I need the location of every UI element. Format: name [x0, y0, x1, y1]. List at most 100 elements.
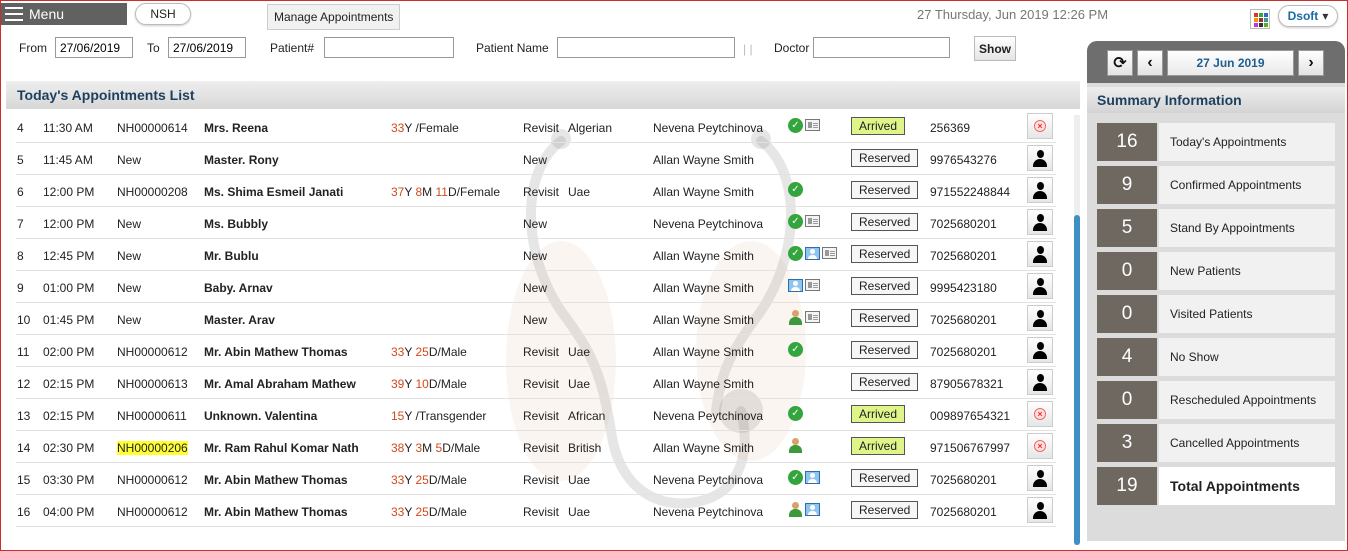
- visit-type: Revisit: [523, 185, 560, 199]
- registration-number[interactable]: New: [117, 217, 141, 231]
- summary-item[interactable]: 16 Today's Appointments: [1097, 123, 1335, 161]
- id-card-icon[interactable]: [805, 471, 820, 484]
- patient-name[interactable]: Baby. Arnav: [204, 281, 273, 295]
- patient-name[interactable]: Ms. Bubbly: [204, 217, 268, 231]
- patient-profile-button[interactable]: [1027, 145, 1053, 171]
- table-row[interactable]: 13 02:15 PM NH00000611 Unknown. Valentina 15…: [16, 399, 1056, 431]
- table-row[interactable]: 10 01:45 PM New Master. Arav New Allan Wayne …: [16, 303, 1056, 335]
- table-row[interactable]: 11 02:00 PM NH00000612 Mr. Abin Mathew Thom…: [16, 335, 1056, 367]
- summary-item[interactable]: 9 Confirmed Appointments: [1097, 166, 1335, 204]
- registration-number[interactable]: NH00000614: [117, 121, 188, 135]
- patient-name[interactable]: Mr. Abin Mathew Thomas: [204, 473, 348, 487]
- summary-item[interactable]: 3 Cancelled Appointments: [1097, 424, 1335, 462]
- patient-name[interactable]: Mr. Ram Rahul Komar Nath: [204, 441, 359, 455]
- patient-profile-button[interactable]: [1027, 241, 1053, 267]
- doctor-input[interactable]: [813, 37, 950, 58]
- patient-card-icon[interactable]: [805, 119, 820, 131]
- patient-profile-button[interactable]: [1027, 305, 1053, 331]
- doctor-visit-icon[interactable]: [788, 310, 803, 325]
- registration-number[interactable]: NH00000208: [117, 185, 188, 199]
- table-row[interactable]: 9 01:00 PM New Baby. Arnav New Allan Wayne Sm…: [16, 271, 1056, 303]
- summary-item[interactable]: 0 New Patients: [1097, 252, 1335, 290]
- id-card-icon[interactable]: [805, 247, 820, 260]
- registration-number[interactable]: NH00000611: [117, 409, 187, 423]
- summary-item[interactable]: 0 Visited Patients: [1097, 295, 1335, 333]
- summary-item[interactable]: 0 Rescheduled Appointments: [1097, 381, 1335, 419]
- registration-number[interactable]: NH00000206: [117, 441, 188, 455]
- refresh-icon[interactable]: ⟳: [1107, 50, 1133, 76]
- registration-number[interactable]: New: [117, 249, 141, 263]
- doctor-visit-icon[interactable]: [788, 502, 803, 517]
- patient-profile-button[interactable]: [1027, 273, 1053, 299]
- table-row[interactable]: 5 11:45 AM New Master. Rony New Allan Wayne S…: [16, 143, 1056, 175]
- patient-name[interactable]: Master. Rony: [204, 153, 279, 167]
- patient-card-icon[interactable]: [805, 311, 820, 323]
- next-day-button[interactable]: ›: [1298, 50, 1324, 76]
- confirmed-check-icon[interactable]: ✓: [788, 470, 803, 485]
- confirmed-check-icon[interactable]: ✓: [788, 246, 803, 261]
- table-row[interactable]: 6 12:00 PM NH00000208 Ms. Shima Esmeil Jana…: [16, 175, 1056, 207]
- registration-number[interactable]: NH00000612: [117, 473, 188, 487]
- summary-item[interactable]: 5 Stand By Appointments: [1097, 209, 1335, 247]
- registration-number[interactable]: NH00000612: [117, 505, 188, 519]
- previous-day-button[interactable]: ‹: [1137, 50, 1163, 76]
- patient-profile-button[interactable]: [1027, 369, 1053, 395]
- registration-number[interactable]: NH00000612: [117, 345, 188, 359]
- patient-card-icon[interactable]: [822, 247, 837, 259]
- cancel-appointment-button[interactable]: ×: [1027, 401, 1053, 427]
- registration-number[interactable]: New: [117, 153, 141, 167]
- confirmed-check-icon[interactable]: ✓: [788, 342, 803, 357]
- registration-number[interactable]: New: [117, 313, 141, 327]
- patient-name[interactable]: Mr. Bublu: [204, 249, 259, 263]
- patient-profile-button[interactable]: [1027, 465, 1053, 491]
- doctor-visit-icon[interactable]: [788, 438, 803, 453]
- patient-name[interactable]: Unknown. Valentina: [204, 409, 317, 423]
- registration-number[interactable]: NH00000613: [117, 377, 188, 391]
- patient-name[interactable]: Mr. Abin Mathew Thomas: [204, 345, 348, 359]
- summary-item[interactable]: 19 Total Appointments: [1097, 467, 1335, 505]
- table-row[interactable]: 8 12:45 PM New Mr. Bublu New Allan Wayne Smit…: [16, 239, 1056, 271]
- confirmed-check-icon[interactable]: ✓: [788, 182, 803, 197]
- cancel-appointment-button[interactable]: ×: [1027, 113, 1053, 139]
- patient-profile-button[interactable]: [1027, 497, 1053, 523]
- registration-number[interactable]: New: [117, 281, 141, 295]
- patient-profile-button[interactable]: [1027, 209, 1053, 235]
- confirmed-check-icon[interactable]: ✓: [788, 406, 803, 421]
- patient-name[interactable]: Mr. Amal Abraham Mathew: [204, 377, 356, 391]
- menu-button[interactable]: Menu: [1, 3, 127, 25]
- current-date[interactable]: 27 Jun 2019: [1167, 50, 1294, 76]
- table-row[interactable]: 12 02:15 PM NH00000613 Mr. Amal Abraham Mat…: [16, 367, 1056, 399]
- patient-profile-button[interactable]: [1027, 177, 1053, 203]
- patient-name[interactable]: Mrs. Reena: [204, 121, 268, 135]
- apps-grid-icon[interactable]: [1250, 9, 1270, 29]
- patient-card-icon[interactable]: [805, 279, 820, 291]
- list-scrollbar[interactable]: [1074, 115, 1080, 545]
- patient-name[interactable]: Mr. Abin Mathew Thomas: [204, 505, 348, 519]
- scrollbar-thumb[interactable]: [1074, 215, 1080, 545]
- manage-appointments-button[interactable]: Manage Appointments: [267, 4, 401, 30]
- from-date-input[interactable]: [55, 37, 133, 58]
- id-card-icon[interactable]: [805, 503, 820, 516]
- summary-item[interactable]: 4 No Show: [1097, 338, 1335, 376]
- confirmed-check-icon[interactable]: ✓: [788, 214, 803, 229]
- patient-card-icon[interactable]: [805, 215, 820, 227]
- cancel-appointment-button[interactable]: ×: [1027, 433, 1053, 459]
- patient-name-input[interactable]: [557, 37, 735, 58]
- user-menu-button[interactable]: Dsoft ▾: [1278, 5, 1338, 27]
- branch-button[interactable]: NSH: [135, 3, 191, 25]
- to-date-input[interactable]: [168, 37, 246, 58]
- table-row[interactable]: 14 02:30 PM NH00000206 Mr. Ram Rahul Komar …: [16, 431, 1056, 463]
- id-card-icon[interactable]: [788, 279, 803, 292]
- patient-no-input[interactable]: [324, 37, 454, 58]
- table-row[interactable]: 4 11:30 AM NH00000614 Mrs. Reena 33Y /Female…: [16, 111, 1056, 143]
- patient-name[interactable]: Master. Arav: [204, 313, 275, 327]
- table-row[interactable]: 15 03:30 PM NH00000612 Mr. Abin Mathew Thom…: [16, 463, 1056, 495]
- table-row[interactable]: 16 04:00 PM NH00000612 Mr. Abin Mathew Thom…: [16, 495, 1056, 527]
- patient-name[interactable]: Ms. Shima Esmeil Janati: [204, 185, 343, 199]
- confirmed-check-icon[interactable]: ✓: [788, 118, 803, 133]
- table-row[interactable]: 7 12:00 PM New Ms. Bubbly New Nevena Peytchin…: [16, 207, 1056, 239]
- show-button[interactable]: Show: [974, 36, 1016, 61]
- patient-profile-button[interactable]: [1027, 337, 1053, 363]
- age-unit: D/Male: [428, 473, 467, 487]
- doctor-label: Doctor: [774, 41, 810, 55]
